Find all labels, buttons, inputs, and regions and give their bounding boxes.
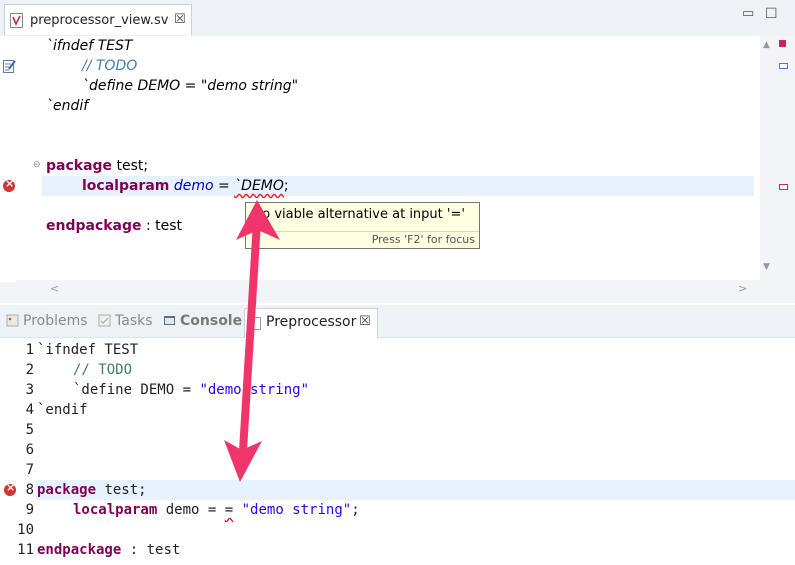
error-overview-marker[interactable] [779, 184, 788, 190]
code-line: `define DEMO = "demo string" [73, 380, 309, 400]
error-tooltip[interactable]: no viable alternative at input '=' Press… [245, 202, 480, 249]
tab-tasks[interactable]: Tasks [98, 313, 153, 329]
punctuation: ; [351, 502, 360, 518]
current-line-highlight [36, 480, 795, 500]
tab-tasks-label: Tasks [115, 313, 153, 329]
code-line: package test; [37, 480, 147, 500]
editor-tab-title: preprocessor_view.sv [30, 13, 169, 28]
keyword: localparam [82, 178, 170, 194]
keyword: endpackage [37, 542, 122, 558]
directive: `endif [37, 402, 88, 418]
preprocessor-output[interactable]: 1 2 3 4 5 6 7 8 9 10 11 `ifndef TEST // … [0, 338, 795, 565]
tab-preprocessor-label: Preprocessor [266, 314, 357, 330]
string-literal: "demo string" [233, 502, 352, 518]
keyword: localparam [73, 502, 158, 518]
macro-usage: `DEMO [234, 178, 284, 194]
console-icon [164, 316, 175, 325]
identifier: demo [173, 178, 214, 194]
line-number: 10 [17, 522, 34, 538]
line-number: 5 [25, 422, 34, 438]
preprocessor-icon [250, 317, 261, 330]
operator: = [213, 178, 235, 194]
line-number: 11 [17, 542, 34, 558]
tooltip-footer: Press 'F2' for focus [246, 231, 479, 249]
tab-console[interactable]: Console [163, 313, 242, 329]
maximize-icon[interactable]: ☐ [765, 6, 778, 22]
tab-preprocessor[interactable]: Preprocessor ☒ [244, 308, 378, 338]
code-line: endpackage : test [37, 540, 180, 560]
tasks-icon [98, 314, 111, 327]
line-number-gutter: ⊖ [0, 36, 42, 282]
code-line-error: localparam demo = `DEMO; [82, 176, 289, 196]
directive: `ifndef TEST [46, 38, 133, 54]
scroll-up-icon[interactable]: ▲ [763, 40, 770, 50]
code-line: `endif [46, 96, 88, 116]
identifier: test; [112, 158, 149, 174]
error-marker-icon[interactable] [3, 177, 15, 192]
scroll-left-icon[interactable]: < [50, 282, 59, 295]
problems-icon [6, 314, 19, 327]
directive: `endif [46, 98, 89, 114]
string-literal: "demo string" [200, 78, 299, 94]
error-token: = [224, 502, 234, 518]
line-number: 6 [25, 442, 34, 458]
close-tab-icon[interactable]: ☒ [174, 12, 186, 27]
line-number: 1 [25, 342, 34, 358]
line-number: 2 [25, 362, 34, 378]
error-summary-marker[interactable] [779, 40, 786, 47]
tooltip-hint: Press 'F2' for focus [371, 233, 475, 246]
view-tabbar: Problems Tasks Console Preprocessor ☒ [0, 305, 795, 338]
directive: `ifndef TEST [37, 342, 139, 358]
tab-console-label: Console [180, 313, 243, 329]
overview-ruler[interactable] [778, 36, 795, 282]
directive: `define DEMO = [73, 382, 200, 398]
code-line: // TODO [73, 360, 132, 380]
code-line: `endif [37, 400, 88, 420]
code-line: `ifndef TEST [46, 36, 132, 56]
comment: // TODO [73, 362, 133, 378]
line-number: 9 [25, 502, 34, 518]
keyword: endpackage [46, 218, 142, 234]
code-line: `ifndef TEST [37, 340, 138, 360]
scroll-down-icon[interactable]: ▼ [763, 262, 770, 272]
directive: `define DEMO = [82, 78, 201, 94]
code-line: // TODO [82, 56, 137, 76]
keyword: package [37, 482, 97, 498]
sv-file-icon [10, 13, 23, 28]
top-editor-tabbar: preprocessor_view.sv ☒ ▭ ☐ [0, 0, 795, 36]
identifier: : test [121, 542, 181, 558]
tooltip-message: no viable alternative at input '=' [254, 207, 465, 222]
code-line: endpackage : test [46, 216, 182, 236]
close-view-icon[interactable]: ☒ [359, 314, 371, 329]
horizontal-scrollbar[interactable]: < > [16, 280, 760, 298]
scroll-right-icon[interactable]: > [738, 282, 747, 295]
identifier: test; [96, 482, 147, 498]
line-number: 3 [25, 382, 34, 398]
comment: // TODO [82, 58, 138, 74]
fold-icon[interactable]: ⊖ [33, 160, 41, 170]
identifier: demo = [157, 502, 225, 518]
bottom-view-pane: Problems Tasks Console Preprocessor ☒ 1 … [0, 305, 795, 565]
minimize-icon[interactable]: ▭ [742, 6, 754, 21]
punctuation: ; [283, 178, 289, 194]
code-line: package test; [46, 156, 148, 176]
keyword: package [46, 158, 113, 174]
tab-problems-label: Problems [23, 313, 88, 329]
string-literal: "demo string" [199, 382, 310, 398]
task-overview-marker[interactable] [779, 63, 788, 69]
tab-problems[interactable]: Problems [6, 313, 88, 329]
code-line-error: localparam demo = = "demo string"; [73, 500, 360, 520]
line-number: 7 [25, 462, 34, 478]
editor-tab[interactable]: preprocessor_view.sv ☒ [4, 4, 192, 35]
error-marker-icon[interactable] [4, 481, 16, 496]
task-marker-icon [3, 60, 16, 73]
top-editor-pane: preprocessor_view.sv ☒ ▭ ☐ ⊖ 1 2 3 4 5 6… [0, 0, 795, 303]
vertical-scrollbar[interactable]: ▲ ▼ [760, 36, 778, 282]
identifier: : test [141, 218, 183, 234]
code-line: `define DEMO = "demo string" [82, 76, 298, 96]
line-number: 4 [25, 402, 34, 418]
